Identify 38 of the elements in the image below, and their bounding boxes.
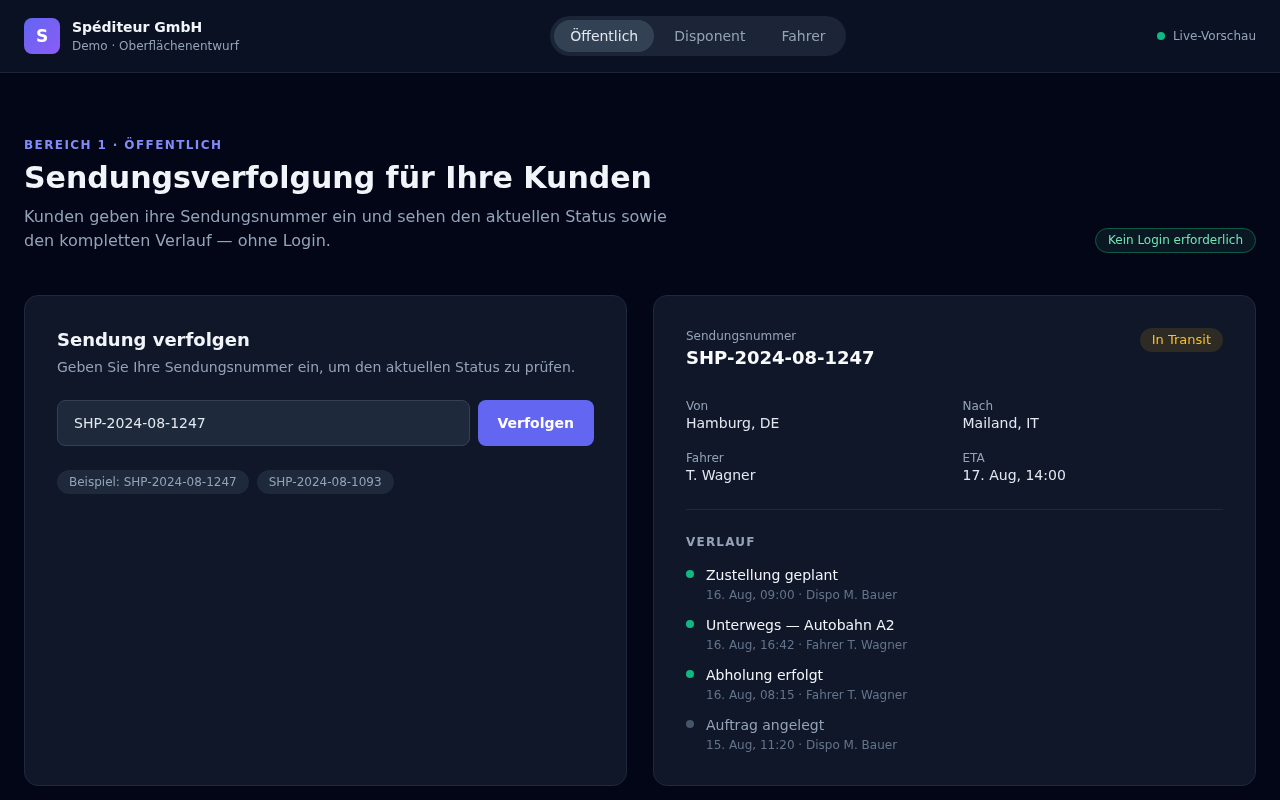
company-subtitle: Demo · Oberflächenentwurf bbox=[72, 38, 239, 54]
event-title: Zustellung geplant bbox=[706, 566, 839, 585]
field-value: Mailand, IT bbox=[962, 414, 1040, 432]
status-badge: In Transit bbox=[1139, 328, 1223, 352]
event-title: Auftrag angelegt bbox=[706, 716, 826, 735]
page-title: Sendungsverfolgung für Ihre Kunden bbox=[24, 159, 653, 197]
event-meta: 15. Aug, 11:20 · Dispo M. Bauer bbox=[706, 737, 898, 753]
field-label: Fahrer bbox=[686, 450, 725, 466]
section-heading: VERLAUF bbox=[686, 534, 757, 550]
logo: S bbox=[24, 18, 60, 54]
tracking-number-input[interactable]: SHP-2024-08-1247 bbox=[57, 400, 470, 446]
page-description: Kunden geben ihre Sendungsnummer ein und sehen den aktuellen Status sowie den kompletten Verlauf — ohne Login. bbox=[24, 206, 668, 252]
view-tab[interactable]: Disponent bbox=[658, 20, 762, 52]
live-preview-label: Live-Vorschau bbox=[1172, 29, 1256, 43]
status-dot-icon bbox=[1156, 32, 1165, 40]
field-value: T. Wagner bbox=[686, 466, 757, 484]
no-login-tag: Kein Login erforderlich bbox=[1095, 228, 1256, 253]
company-name: Spéditeur GmbH bbox=[72, 18, 204, 36]
field-label: ETA bbox=[962, 450, 986, 466]
shipment-number: SHP-2024-08-1247 bbox=[686, 346, 875, 370]
section-eyebrow: BEREICH 1 · ÖFFENTLICH bbox=[24, 137, 224, 153]
field-label: Nach bbox=[962, 398, 995, 414]
field-value: 17. Aug, 14:00 bbox=[962, 466, 1067, 484]
field-value: Hamburg, DE bbox=[686, 414, 781, 432]
field-label: Sendungsnummer bbox=[686, 328, 798, 344]
track-button[interactable]: Verfolgen bbox=[477, 400, 594, 446]
event-meta: 16. Aug, 09:00 · Dispo M. Bauer bbox=[706, 587, 898, 603]
view-tab[interactable]: Fahrer bbox=[765, 20, 842, 52]
event-meta: 16. Aug, 08:15 · Fahrer T. Wagner bbox=[706, 687, 908, 703]
card-title: Sendung verfolgen bbox=[57, 328, 251, 352]
field-label: Von bbox=[686, 398, 710, 414]
event-title: Abholung erfolgt bbox=[706, 666, 824, 685]
card-description: Geben Sie Ihre Sendungsnummer ein, um den aktuellen Status zu prüfen. bbox=[57, 358, 577, 376]
event-title: Unterwegs — Autobahn A2 bbox=[706, 616, 896, 635]
example-chip[interactable]: Beispiel: SHP-2024-08-1247 bbox=[57, 470, 249, 494]
event-meta: 16. Aug, 16:42 · Fahrer T. Wagner bbox=[706, 637, 908, 653]
view-tab[interactable]: Öffentlich bbox=[554, 20, 655, 52]
example-chip[interactable]: SHP-2024-08-1093 bbox=[256, 470, 394, 494]
